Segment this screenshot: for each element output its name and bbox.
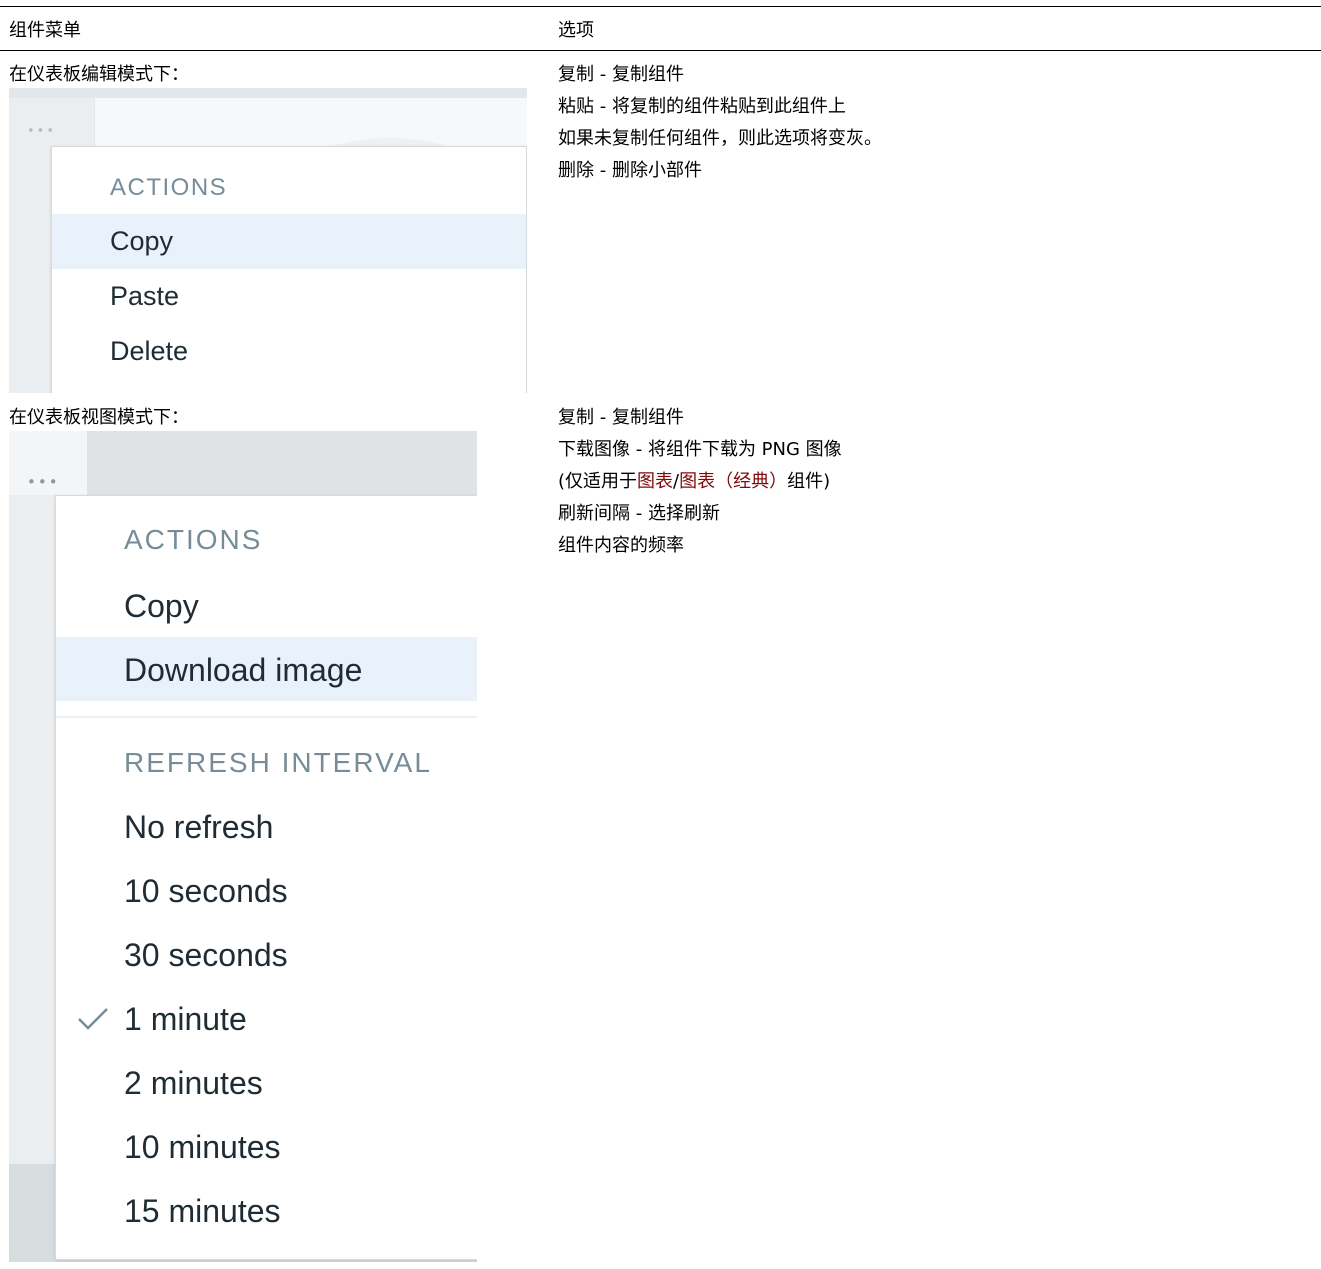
menu-item-15-minutes[interactable]: 15 minutes [56,1178,477,1242]
option-copy-desc: 复制 - 复制组件 [558,64,684,85]
menu-item-1-minute[interactable]: 1 minute [56,986,477,1050]
menu-item-10-minutes[interactable]: 10 minutes [56,1114,477,1178]
more-options-icon[interactable]: ••• [27,473,60,491]
link-graph[interactable]: 图表 [637,471,673,492]
table-top-rule [0,6,1321,7]
menu-heading-actions: ACTIONS [124,524,263,555]
menu-item-30-seconds[interactable]: 30 seconds [56,922,477,986]
menu-item-2-minutes[interactable]: 2 minutes [56,1050,477,1114]
option-copy-desc: 复制 - 复制组件 [558,407,684,428]
menu-item-paste[interactable]: Paste [52,269,526,324]
view-mode-label: 在仪表板视图模式下： [9,407,189,428]
column-header-widget-menu: 组件菜单 [9,20,81,41]
edit-mode-options: 复制 - 复制组件 粘贴 - 将复制的组件粘贴到此组件上 如果未复制任何组件，则… [558,59,882,187]
option-download-note: (仅适用于图表/图表（经典）组件) [558,471,831,492]
menu-divider [56,716,477,718]
column-header-options: 选项 [558,20,594,41]
option-refresh-desc-cont: 组件内容的频率 [558,535,684,556]
menu-item-copy[interactable]: Copy [56,573,477,637]
more-options-icon[interactable]: ••• [27,124,56,140]
menu-item-10-seconds[interactable]: 10 seconds [56,858,477,922]
widget-actions-menu: ACTIONS Copy Download image REFRESH INTE… [55,495,477,1260]
menu-item-download-image[interactable]: Download image [56,637,477,701]
option-download-desc: 下载图像 - 将组件下载为 PNG 图像 [558,439,842,460]
view-mode-menu-screenshot: ••• ACTIONS Copy Download image REFRESH … [9,431,477,1262]
option-paste-desc: 粘贴 - 将复制的组件粘贴到此组件上 [558,96,846,117]
widget-actions-menu: ACTIONS Copy Paste Delete [51,146,527,393]
link-graph-classic[interactable]: 图表（经典） [679,471,787,492]
view-mode-options: 复制 - 复制组件 下载图像 - 将组件下载为 PNG 图像 (仅适用于图表/图… [558,402,842,562]
option-paste-note: 如果未复制任何组件，则此选项将变灰。 [558,128,882,149]
option-delete-desc: 删除 - 删除小部件 [558,160,702,181]
widget-pane [87,431,477,495]
menu-heading-actions: ACTIONS [110,174,228,201]
menu-item-no-refresh[interactable]: No refresh [56,794,477,858]
table-header-rule [0,50,1321,51]
menu-heading-refresh-interval: REFRESH INTERVAL [124,747,432,778]
edit-mode-menu-screenshot: ••• ACTIONS Copy Paste Delete [9,88,527,393]
edit-mode-label: 在仪表板编辑模式下： [9,64,189,85]
menu-item-copy[interactable]: Copy [52,214,526,269]
check-icon [78,1008,108,1030]
menu-item-delete[interactable]: Delete [52,324,526,379]
option-refresh-desc: 刷新间隔 - 选择刷新 [558,503,720,524]
